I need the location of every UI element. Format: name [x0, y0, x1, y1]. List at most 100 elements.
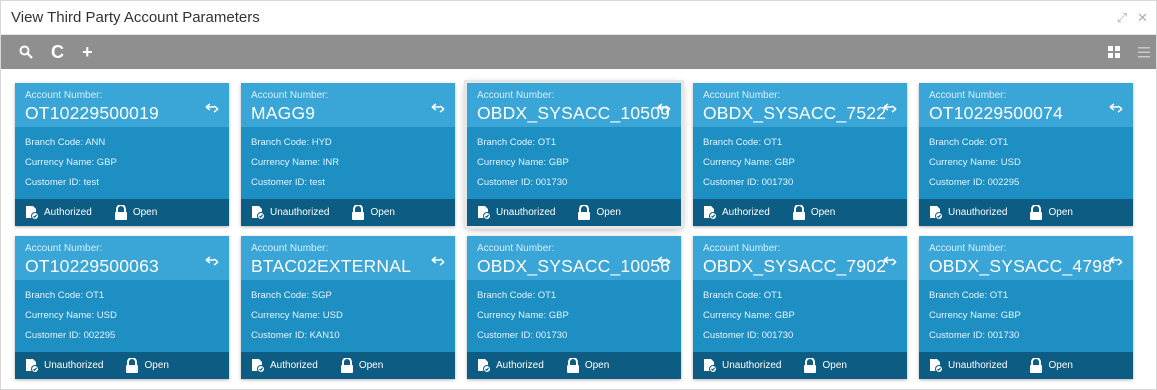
card-footer: Unauthorized Open: [919, 352, 1133, 379]
list-view-icon[interactable]: [1138, 46, 1150, 58]
account-number: OBDX_SYSACC_7902: [703, 256, 887, 276]
auth-status: Authorized: [25, 205, 92, 220]
authorization-icon: [477, 205, 491, 220]
account-number-label: Account Number:: [703, 90, 781, 101]
account-number-label: Account Number:: [703, 243, 781, 254]
swap-icon[interactable]: [657, 253, 671, 271]
card-body: Branch Code: OT1 Currency Name: USD Cust…: [15, 280, 229, 352]
currency-name: Currency Name: GBP: [477, 157, 569, 168]
account-card[interactable]: Account Number: OT10229500063 Branch Cod…: [15, 236, 229, 379]
branch-code: Branch Code: SGP: [251, 290, 332, 301]
view-window: View Third Party Account Parameters ⤢ ✕ …: [0, 0, 1157, 390]
auth-status: Authorized: [251, 358, 318, 373]
card-header: Account Number: OBDX_SYSACC_10056: [467, 236, 681, 280]
maximize-icon[interactable]: ⤢: [1117, 10, 1127, 26]
branch-code: Branch Code: OT1: [25, 290, 105, 301]
auth-status: Authorized: [477, 358, 544, 373]
auth-status-label: Unauthorized: [44, 360, 104, 371]
auth-status: Unauthorized: [251, 205, 329, 220]
account-card[interactable]: Account Number: OBDX_SYSACC_10509 Branch…: [467, 83, 681, 226]
account-card[interactable]: Account Number: MAGG9 Branch Code: HYD C…: [241, 83, 455, 226]
card-body: Branch Code: OT1 Currency Name: USD Cust…: [919, 127, 1133, 199]
account-number: OBDX_SYSACC_4798: [929, 256, 1113, 276]
auth-status: Unauthorized: [477, 205, 555, 220]
branch-code: Branch Code: OT1: [477, 137, 557, 148]
window-title: View Third Party Account Parameters: [11, 9, 260, 26]
account-number: OBDX_SYSACC_10056: [477, 256, 671, 276]
card-body: Branch Code: OT1 Currency Name: GBP Cust…: [693, 127, 907, 199]
auth-status: Unauthorized: [929, 358, 1007, 373]
account-card[interactable]: Account Number: OBDX_SYSACC_7522 Branch …: [693, 83, 907, 226]
auth-status-label: Unauthorized: [948, 360, 1008, 371]
record-status-label: Open: [1048, 360, 1073, 371]
card-footer: Unauthorized Open: [467, 199, 681, 226]
account-card[interactable]: Account Number: OBDX_SYSACC_10056 Branch…: [467, 236, 681, 379]
lock-open-icon: [577, 205, 591, 220]
lock-open-icon: [340, 358, 354, 373]
account-number: OBDX_SYSACC_10509: [477, 103, 671, 123]
currency-name: Currency Name: GBP: [929, 310, 1021, 321]
card-header: Account Number: OBDX_SYSACC_10509: [467, 83, 681, 127]
account-card[interactable]: Account Number: OT10229500074 Branch Cod…: [919, 83, 1133, 226]
customer-id: Customer ID: 001730: [929, 330, 1020, 341]
customer-id: Customer ID: 001730: [703, 177, 794, 188]
card-header: Account Number: MAGG9: [241, 83, 455, 127]
authorization-icon: [251, 358, 265, 373]
card-body: Branch Code: OT1 Currency Name: GBP Cust…: [919, 280, 1133, 352]
currency-name: Currency Name: USD: [25, 310, 117, 321]
authorization-icon: [703, 205, 717, 220]
swap-icon[interactable]: [1109, 253, 1123, 271]
card-body: Branch Code: OT1 Currency Name: GBP Cust…: [467, 127, 681, 199]
account-number: OT10229500063: [25, 256, 159, 276]
authorization-icon: [929, 205, 943, 220]
card-footer: Unauthorized Open: [919, 199, 1133, 226]
customer-id: Customer ID: KAN10: [251, 330, 340, 341]
lock-open-icon: [803, 358, 817, 373]
account-number-label: Account Number:: [477, 90, 555, 101]
grid-view-icon[interactable]: [1108, 46, 1120, 58]
swap-icon[interactable]: [205, 100, 219, 118]
account-number: MAGG9: [251, 103, 316, 123]
swap-icon[interactable]: [883, 100, 897, 118]
record-status: Open: [114, 205, 157, 220]
swap-icon[interactable]: [431, 253, 445, 271]
card-footer: Unauthorized Open: [693, 352, 907, 379]
lock-open-icon: [351, 205, 365, 220]
account-number: OBDX_SYSACC_7522: [703, 103, 887, 123]
record-status: Open: [1029, 205, 1073, 220]
swap-icon[interactable]: [431, 100, 445, 118]
card-header: Account Number: OBDX_SYSACC_7902: [693, 236, 907, 280]
record-status-label: Open: [584, 360, 610, 371]
account-card[interactable]: Account Number: OBDX_SYSACC_7902 Branch …: [693, 236, 907, 379]
swap-icon[interactable]: [657, 100, 671, 118]
account-card[interactable]: Account Number: OBDX_SYSACC_4798 Branch …: [919, 236, 1133, 379]
record-status-label: Open: [132, 207, 158, 218]
account-card[interactable]: Account Number: OT10229500019 Branch Cod…: [15, 83, 229, 226]
title-bar: View Third Party Account Parameters ⤢ ✕: [1, 1, 1156, 35]
swap-icon[interactable]: [205, 253, 219, 271]
swap-icon[interactable]: [883, 253, 897, 271]
add-icon[interactable]: +: [82, 43, 93, 61]
auth-status-label: Authorized: [44, 207, 92, 218]
lock-open-icon: [125, 358, 139, 373]
card-header: Account Number: OBDX_SYSACC_7522: [693, 83, 907, 127]
record-status: Open: [351, 205, 395, 220]
swap-icon[interactable]: [1109, 100, 1123, 118]
customer-id: Customer ID: test: [25, 177, 99, 188]
customer-id: Customer ID: test: [251, 177, 325, 188]
currency-name: Currency Name: GBP: [25, 157, 117, 168]
search-icon[interactable]: [19, 45, 33, 59]
card-footer: Unauthorized Open: [15, 352, 229, 379]
card-body: Branch Code: OT1 Currency Name: GBP Cust…: [693, 280, 907, 352]
lock-open-icon: [1029, 205, 1043, 220]
auth-status: Unauthorized: [703, 358, 781, 373]
auth-status-label: Unauthorized: [722, 360, 782, 371]
currency-name: Currency Name: GBP: [703, 157, 795, 168]
refresh-icon[interactable]: C: [51, 43, 64, 61]
account-card[interactable]: Account Number: BTAC02EXTERNAL Branch Co…: [241, 236, 455, 379]
auth-status-label: Authorized: [722, 207, 770, 218]
customer-id: Customer ID: 002295: [25, 330, 116, 341]
card-footer: Authorized Open: [467, 352, 681, 379]
customer-id: Customer ID: 001730: [477, 177, 568, 188]
close-icon[interactable]: ✕: [1137, 10, 1148, 26]
